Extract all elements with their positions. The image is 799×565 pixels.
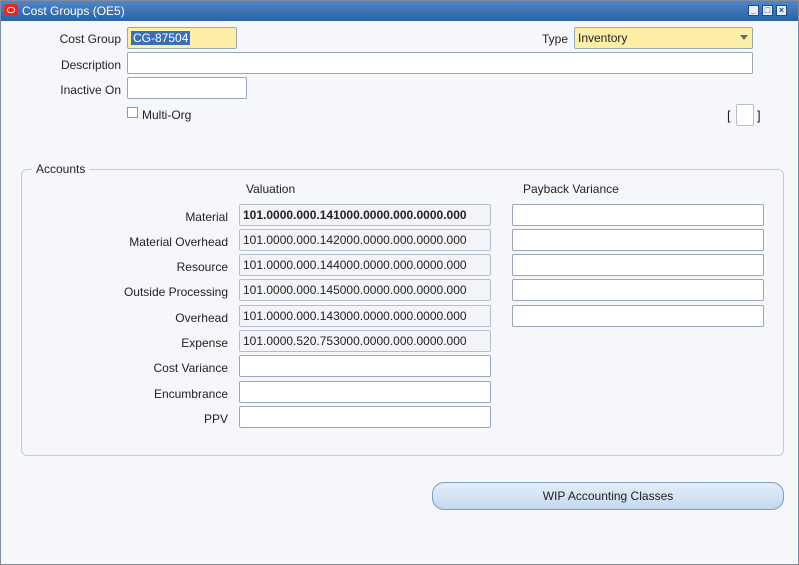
overhead-valuation-field[interactable]: 101.0000.000.143000.0000.000.0000.000 — [239, 305, 491, 327]
material-overhead-label: Material Overhead — [129, 235, 228, 249]
material-payback-field[interactable] — [512, 204, 764, 226]
resource-payback-field[interactable] — [512, 254, 764, 276]
description-field[interactable] — [127, 52, 753, 74]
outside-processing-payback-field[interactable] — [512, 279, 764, 301]
resource-valuation-field[interactable]: 101.0000.000.144000.0000.000.0000.000 — [239, 254, 491, 276]
description-label: Description — [60, 58, 121, 72]
descriptive-flexfield[interactable] — [736, 104, 754, 126]
cost-groups-window: Cost Groups (OE5) _ □ × Cost Group CG-87… — [0, 0, 799, 565]
encumbrance-field[interactable] — [239, 381, 491, 403]
ppv-label: PPV — [203, 412, 228, 426]
resource-label: Resource — [176, 260, 228, 274]
wip-accounting-classes-button[interactable]: WIP Accounting Classes — [432, 482, 784, 510]
type-select[interactable]: Inventory — [574, 27, 753, 49]
overhead-label: Overhead — [175, 311, 228, 325]
minimize-icon[interactable]: _ — [748, 5, 759, 16]
multi-org-label: Multi-Org — [142, 108, 192, 122]
oracle-logo-icon — [4, 4, 18, 16]
cost-group-value: CG-87504 — [131, 31, 191, 45]
accounts-legend: Accounts — [32, 162, 90, 176]
material-label: Material — [185, 210, 228, 224]
cost-group-field[interactable]: CG-87504 — [127, 27, 237, 49]
ppv-field[interactable] — [239, 406, 491, 428]
window-title: Cost Groups (OE5) — [22, 4, 125, 18]
multi-org-checkbox[interactable] — [127, 107, 138, 118]
inactive-on-label: Inactive On — [60, 83, 121, 97]
valuation-header: Valuation — [246, 182, 296, 196]
payback-variance-header: Payback Variance — [523, 182, 619, 196]
inactive-on-field[interactable] — [127, 77, 247, 99]
cost-group-label: Cost Group — [59, 32, 121, 46]
bracket-open: [ — [727, 108, 731, 123]
material-overhead-valuation-field[interactable]: 101.0000.000.142000.0000.000.0000.000 — [239, 229, 491, 251]
expense-valuation-field[interactable]: 101.0000.520.753000.0000.000.0000.000 — [239, 330, 491, 352]
title-bar: Cost Groups (OE5) _ □ × — [1, 1, 798, 21]
outside-processing-valuation-field[interactable]: 101.0000.000.145000.0000.000.0000.000 — [239, 279, 491, 301]
type-label: Type — [541, 32, 568, 46]
cost-variance-field[interactable] — [239, 355, 491, 377]
chevron-down-icon[interactable] — [740, 35, 748, 40]
outside-processing-label: Outside Processing — [123, 285, 228, 299]
expense-label: Expense — [181, 336, 228, 350]
maximize-icon[interactable]: □ — [762, 5, 773, 16]
close-icon[interactable]: × — [776, 5, 787, 16]
material-valuation-field[interactable]: 101.0000.000.141000.0000.000.0000.000 — [239, 204, 491, 226]
overhead-payback-field[interactable] — [512, 305, 764, 327]
type-value: Inventory — [578, 31, 628, 45]
cost-variance-label: Cost Variance — [153, 361, 228, 375]
bracket-close: ] — [757, 108, 761, 123]
encumbrance-label: Encumbrance — [153, 387, 228, 401]
material-overhead-payback-field[interactable] — [512, 229, 764, 251]
